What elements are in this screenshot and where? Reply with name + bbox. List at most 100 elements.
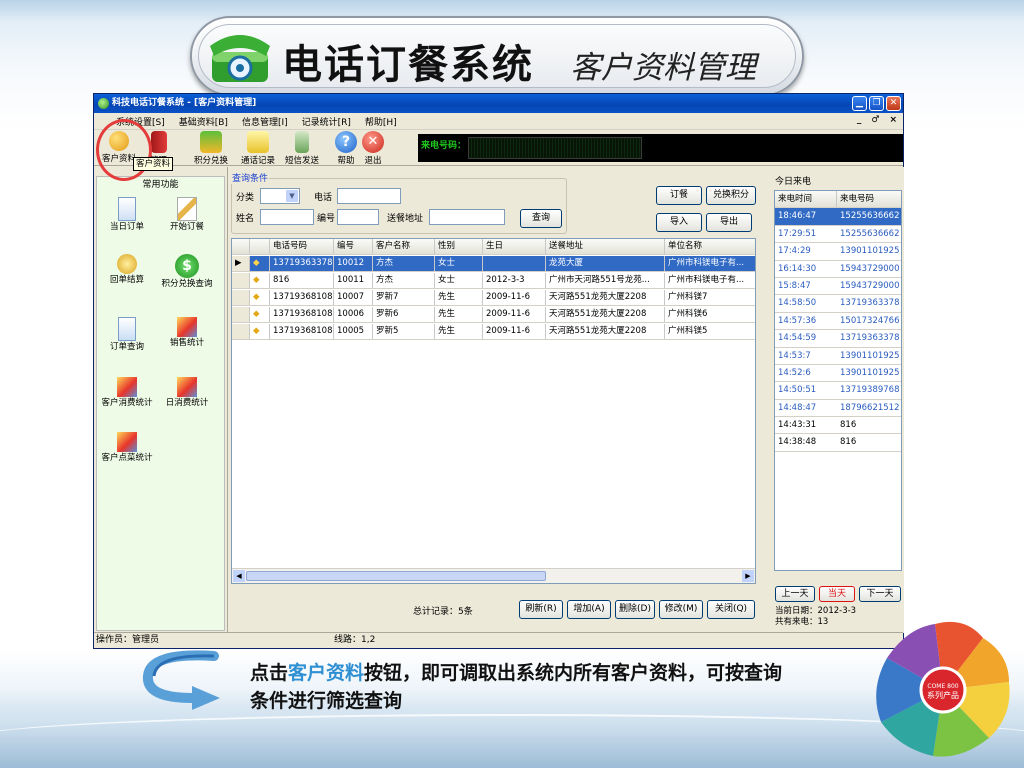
window-titlebar[interactable]: 科技电话订餐系统 - [客户资料管理] ▁ ❐ ✕ (94, 94, 903, 113)
box-chart-icon (117, 432, 137, 452)
close-button[interactable]: 关闭(Q) (707, 600, 755, 619)
delete-button[interactable]: 删除(D) (615, 600, 655, 619)
table-row[interactable]: ◆ 13719368108 10007 罗新7 先生 2009-11-6 天河路… (232, 290, 755, 306)
incoming-row[interactable]: 15:8:47 15943729000 (775, 278, 901, 296)
table-header: 电话号码 编号 客户名称 性别 生日 送餐地址 单位名称 (232, 239, 755, 255)
incoming-row[interactable]: 17:4:29 13901101925 (775, 243, 901, 261)
toolbar-sms-button[interactable]: 短信发送 (285, 130, 319, 166)
number-input[interactable] (337, 209, 379, 225)
scroll-left-icon[interactable]: ◀ (233, 570, 245, 582)
mdi-close-icon[interactable]: × (889, 115, 897, 125)
incoming-row[interactable]: 14:43:31 816 (775, 417, 901, 435)
phone-input[interactable] (337, 188, 401, 204)
shortcut-order-query[interactable]: 订单查询 (99, 317, 155, 352)
shortcut-daily-consumption[interactable]: 日消费统计 (159, 377, 215, 408)
shortcut-redeem-query[interactable]: $ 积分兑换查询 (159, 254, 215, 289)
customer-icon: ◆ (250, 290, 270, 305)
scroll-thumb[interactable] (246, 571, 546, 581)
order-button[interactable]: 订餐 (656, 186, 702, 205)
caller-id-screen (468, 137, 642, 159)
mdi-restore-icon[interactable]: ♂ (871, 115, 879, 125)
caption-highlight: 客户资料 (288, 662, 365, 684)
shortcut-today-orders[interactable]: 当日订单 (99, 197, 155, 232)
incoming-calls-table: 来电时间 来电号码 18:46:47 15255636662 17:29:51 15… (774, 190, 902, 571)
chevron-down-icon[interactable]: ▼ (286, 190, 298, 202)
table-row[interactable]: ◆ 13719368108 10005 罗新5 先生 2009-11-6 天河路… (232, 324, 755, 340)
pencil-icon (177, 197, 197, 221)
edit-button[interactable]: 修改(M) (659, 600, 703, 619)
address-input[interactable] (429, 209, 505, 225)
import-button[interactable]: 导入 (656, 213, 702, 232)
table-row[interactable]: ◆ 13719368108 10006 罗新6 先生 2009-11-6 天河路… (232, 307, 755, 323)
toolbar-redeem-button[interactable]: 积分兑换 (194, 130, 228, 166)
shortcut-start-order[interactable]: 开始订餐 (159, 197, 215, 232)
incoming-row[interactable]: 14:50:51 13719389768 (775, 382, 901, 400)
customer-icon: ◆ (250, 307, 270, 322)
incoming-row[interactable]: 14:38:48 816 (775, 434, 901, 452)
category-select[interactable]: ▼ (260, 188, 300, 204)
search-button[interactable]: 查询 (520, 209, 562, 228)
redeem-icon (200, 131, 222, 153)
status-bar: 操作员：管理员 线路：1,2 (94, 632, 903, 648)
box-chart-icon (177, 317, 197, 337)
prev-day-button[interactable]: 上一天 (775, 586, 815, 602)
shortcut-settlement[interactable]: 回单结算 (99, 254, 155, 285)
name-input[interactable] (260, 209, 314, 225)
tooltip: 客户资料 (133, 157, 174, 171)
add-button[interactable]: 增加(A) (567, 600, 611, 619)
incoming-header: 来电时间 来电号码 (775, 191, 901, 209)
customer-icon: ◆ (250, 273, 270, 288)
close-icon[interactable]: ✕ (886, 96, 901, 111)
toolbar-help-button[interactable]: ? 帮助 (335, 130, 357, 166)
redeem-points-button[interactable]: 兑换积分 (706, 186, 756, 205)
toolbar-exit-button[interactable]: ✕ 退出 (362, 130, 384, 166)
exit-icon: ✕ (362, 131, 384, 153)
table-row[interactable]: ▶ ◆ 13719363378 10012 方杰 女士 龙苑大厦 广州市科镁电子… (232, 256, 755, 272)
incoming-row[interactable]: 18:46:47 15255636662 (775, 208, 901, 226)
incoming-row[interactable]: 14:52:6 13901101925 (775, 365, 901, 383)
toolbar: 客户资料 管理 积分兑换 通话记录 短信发送 ? 帮助 ✕ 退出 来电号码： (94, 130, 903, 166)
slide-title: 电话订餐系统 (282, 42, 534, 88)
line-status: 线路：1,2 (334, 635, 376, 645)
incoming-heading: 今日来电 (775, 177, 812, 187)
badge-line1: COME 800 (927, 683, 958, 690)
call-log-icon (247, 131, 269, 153)
next-day-button[interactable]: 下一天 (859, 586, 901, 602)
shortcut-sales-stats[interactable]: 销售统计 (159, 317, 215, 348)
incoming-row[interactable]: 16:14:30 15943729000 (775, 261, 901, 278)
refresh-button[interactable]: 刷新(R) (519, 600, 563, 619)
customer-table: 电话号码 编号 客户名称 性别 生日 送餐地址 单位名称 ▶ ◆ 1371936… (231, 238, 756, 584)
operator-status: 操作员：管理员 (96, 635, 160, 645)
minimize-icon[interactable]: ▁ (852, 96, 867, 111)
menu-info-manage[interactable]: 信息管理[I] (242, 115, 288, 128)
document-icon (118, 197, 136, 221)
incoming-row[interactable]: 17:29:51 15255636662 (775, 226, 901, 244)
menu-bar: 系统设置[S] 基础资料[B] 信息管理[I] 记录统计[R] 帮助[H] _ … (94, 113, 903, 130)
record-total: 总计记录：5条 (413, 607, 473, 617)
restore-icon[interactable]: ❐ (869, 96, 884, 111)
mdi-minimize-icon[interactable]: _ (857, 115, 862, 125)
menu-help[interactable]: 帮助[H] (365, 115, 397, 128)
today-button[interactable]: 当天 (819, 586, 855, 602)
menu-records[interactable]: 记录统计[R] (302, 115, 351, 128)
incoming-row[interactable]: 14:58:50 13719363378 (775, 295, 901, 313)
shortcut-customer-consumption[interactable]: 客户消费统计 (99, 377, 155, 408)
shortcut-dish-stats[interactable]: 客户点菜统计 (99, 432, 155, 463)
table-row[interactable]: ◆ 816 10011 方杰 女士 2012-3-3 广州市天河路551号龙苑.… (232, 273, 755, 289)
menu-basic-data[interactable]: 基础资料[B] (179, 115, 228, 128)
incoming-row[interactable]: 14:57:36 15017324766 (775, 313, 901, 331)
incoming-row[interactable]: 14:48:47 18796621512 (775, 400, 901, 418)
toolbar-call-log-button[interactable]: 通话记录 (241, 130, 275, 166)
box-chart-icon (117, 377, 137, 397)
horizontal-scrollbar[interactable]: ◀ ▶ (232, 568, 755, 583)
row-pointer-icon: ▶ (232, 256, 250, 271)
incoming-row[interactable]: 14:53:7 13901101925 (775, 348, 901, 365)
query-group: 分类 ▼ 电话 姓名 编号 送餐地址 查询 (231, 178, 567, 234)
search-document-icon (118, 317, 136, 341)
scroll-right-icon[interactable]: ▶ (742, 570, 754, 582)
incoming-row[interactable]: 14:54:59 13719363378 (775, 330, 901, 348)
export-button[interactable]: 导出 (706, 213, 752, 232)
left-shortcut-panel: 常用功能 当日订单 开始订餐 回单结算 $ 积分兑换查询 订单查询 销售统计 客… (94, 167, 228, 633)
badge-line2: 系列产品 (927, 690, 959, 700)
customer-panel: 分类 ▼ 电话 姓名 编号 送餐地址 查询 查询条件 订餐 兑换积分 导入 导出… (229, 167, 769, 633)
